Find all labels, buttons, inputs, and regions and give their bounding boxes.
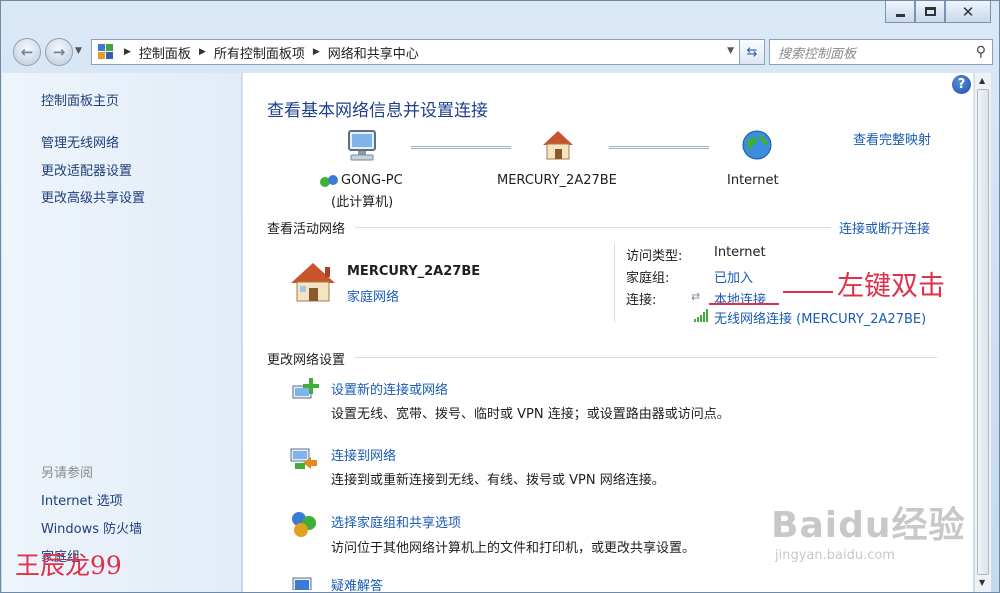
sidebar-item-internet-options[interactable]: Internet 选项 [41,490,123,509]
sidebar-item-adapter-settings[interactable]: 更改适配器设置 [41,160,132,179]
map-computer-sublabel: (此计算机) [331,195,394,210]
homegroup-joined-link[interactable]: 已加入 [714,267,753,286]
task-connect-network-link[interactable]: 连接到网络 [331,445,396,464]
homegroup-label: 家庭组: [626,271,670,286]
section-divider [355,227,831,228]
breadcrumb-all-items[interactable]: 所有控制面板项 [214,43,305,62]
task-homegroup-desc: 访问位于其他网络计算机上的文件和打印机，或更改共享设置。 [331,541,696,556]
ethernet-icon: ⇄ [691,290,701,303]
task-homegroup-link[interactable]: 选择家庭组和共享选项 [331,512,461,531]
task-new-connection-link[interactable]: 设置新的连接或网络 [331,379,448,398]
minimize-icon [895,14,905,17]
breadcrumb-separator-icon[interactable]: ▶ [313,47,320,57]
see-also-heading: 另请参阅 [41,466,94,481]
maximize-button[interactable] [915,1,945,23]
page-title: 查看基本网络信息并设置连接 [267,101,488,121]
active-network-name: MERCURY_2A27BE [347,264,481,279]
window: ✕ ← → ▼ ▶ 控制面板 ▶ 所有控制面板项 ▶ 网络和共享中心 ▼ ⇆ 搜… [0,0,1000,593]
back-arrow-icon: ← [20,43,34,61]
sidebar-item-advanced-sharing[interactable]: 更改高级共享设置 [41,187,145,206]
breadcrumb-separator-icon: ▶ [124,47,131,57]
connection-line [411,146,511,149]
annotation-underline [709,303,779,305]
sidebar-item-home[interactable]: 控制面板主页 [41,90,119,109]
sidebar [2,73,242,592]
help-icon: ? [957,77,966,92]
task-new-connection-desc: 设置无线、宽带、拨号、临时或 VPN 连接；或设置路由器或访问点。 [331,407,730,422]
recent-pages-chevron-down-icon[interactable]: ▼ [75,46,82,56]
map-computer-label: GONG-PC [341,173,403,188]
sidebar-item-manage-wireless[interactable]: 管理无线网络 [41,132,119,151]
breadcrumb-network-center[interactable]: 网络和共享中心 [328,43,419,62]
internet-globe-icon [742,130,772,160]
baidu-url: jingyan.baidu.com [775,548,895,563]
access-type-value: Internet [714,245,766,260]
back-button[interactable]: ← [13,38,41,66]
baidu-watermark: Baidu经验 jingyan.baidu.com [771,496,965,563]
task-troubleshoot-link[interactable]: 疑难解答 [331,579,383,592]
breadcrumb-control-panel[interactable]: 控制面板 [139,43,191,62]
wireless-connection-link[interactable]: 无线网络连接 (MERCURY_2A27BE) [714,308,926,327]
close-button[interactable]: ✕ [945,1,991,23]
address-bar[interactable]: ▶ 控制面板 ▶ 所有控制面板项 ▶ 网络和共享中心 ▼ [91,39,743,65]
change-settings-heading: 更改网络设置 [267,353,346,368]
search-input[interactable]: 搜索控制面板 ⚲ [769,39,993,65]
refresh-icon: ⇆ [746,44,758,60]
connect-network-icon [290,448,317,469]
home-network-icon [291,263,335,302]
new-connection-icon [292,378,319,399]
breadcrumb-separator-icon[interactable]: ▶ [199,47,206,57]
wireless-signal-icon [694,309,708,322]
connect-disconnect-link[interactable]: 连接或断开连接 [839,218,930,237]
homegroup-sharing-icon [292,512,316,537]
help-button[interactable]: ? [952,75,971,94]
network-type-link[interactable]: 家庭网络 [347,286,399,305]
author-watermark: 王辰龙99 [15,551,122,580]
scroll-up-icon[interactable]: ▲ [979,76,985,85]
local-connection-link[interactable]: 本地连接 [714,289,766,308]
task-troubleshoot-clip: 疑难解答 [331,575,383,592]
annotation-dash [783,291,833,293]
network-computer-icon [320,175,338,187]
vertical-divider [614,244,615,322]
troubleshoot-icon [292,577,312,590]
forward-button[interactable]: → [45,38,73,66]
search-icon[interactable]: ⚲ [976,44,986,60]
connection-line [609,146,709,149]
active-networks-heading: 查看活动网络 [267,222,346,237]
section-divider [355,357,937,358]
task-connect-network-desc: 连接到或重新连接到无线、有线、拨号或 VPN 网络连接。 [331,473,665,488]
address-chevron-down-icon[interactable]: ▼ [727,46,734,56]
vertical-scrollbar[interactable]: ▲ ▼ [974,73,991,592]
router-house-icon [543,131,573,160]
scrollbar-thumb[interactable] [977,89,989,575]
view-full-map-link[interactable]: 查看完整映射 [853,129,931,148]
computer-icon [348,130,376,161]
connections-label: 连接: [626,293,657,308]
map-internet-label: Internet [727,173,779,188]
annotation-text: 左键双击 [837,271,945,302]
baidu-brand: Baidu经验 [771,505,966,546]
refresh-button[interactable]: ⇆ [739,39,765,65]
minimize-button[interactable] [885,1,915,23]
control-panel-icon [98,44,114,60]
scroll-down-icon[interactable]: ▼ [979,578,985,587]
map-router-label: MERCURY_2A27BE [497,173,617,188]
access-type-label: 访问类型: [626,249,683,264]
close-icon: ✕ [961,2,975,21]
navigation-bar: ← → ▼ ▶ 控制面板 ▶ 所有控制面板项 ▶ 网络和共享中心 ▼ ⇆ 搜索控… [9,37,993,67]
forward-arrow-icon: → [52,43,66,61]
sidebar-item-firewall[interactable]: Windows 防火墙 [41,518,142,537]
caption-buttons: ✕ [885,1,991,23]
maximize-icon [924,7,936,16]
search-placeholder: 搜索控制面板 [778,46,857,62]
